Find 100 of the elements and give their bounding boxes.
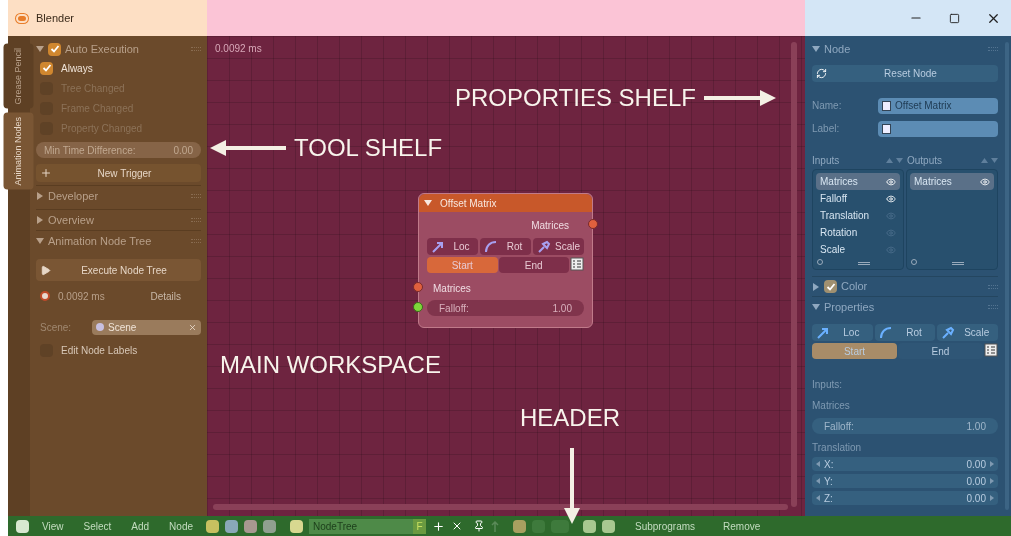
collapse-triangle-icon[interactable] xyxy=(424,199,432,207)
eye-icon[interactable] xyxy=(980,176,990,187)
close-icon[interactable] xyxy=(451,520,463,532)
option-label: Always xyxy=(61,61,93,76)
checkbox[interactable] xyxy=(824,280,837,293)
socket-list-item[interactable]: Scale xyxy=(816,241,900,258)
range-toggle[interactable]: Start xyxy=(427,257,498,273)
reset-node-button[interactable]: Reset Node xyxy=(812,65,998,82)
scene-field[interactable]: Scene xyxy=(92,319,201,335)
falloff-field[interactable]: Falloff: 1.00 xyxy=(427,300,584,316)
maximize-icon[interactable] xyxy=(949,12,960,24)
collapse-triangle-icon[interactable] xyxy=(36,45,44,53)
name-field[interactable]: Offset Matrix xyxy=(878,97,998,114)
increment-icon[interactable] xyxy=(990,478,994,484)
panel-title: Color xyxy=(841,279,868,295)
decrement-icon[interactable] xyxy=(816,478,820,484)
range-toggle[interactable]: End xyxy=(898,343,983,359)
move-up-icon[interactable] xyxy=(886,157,893,163)
arc-icon xyxy=(484,239,498,254)
socket-list-item[interactable]: Falloff xyxy=(816,190,900,207)
mode-button[interactable]: Loc xyxy=(812,324,873,341)
arrow-icon xyxy=(431,239,445,254)
mode-button[interactable]: Rot xyxy=(874,324,936,341)
mode-button[interactable]: Scale xyxy=(937,324,998,341)
label-field[interactable] xyxy=(878,120,998,137)
socket-list-item[interactable]: Translation xyxy=(816,207,900,224)
checkbox[interactable] xyxy=(48,42,61,56)
node-card[interactable]: Offset Matrix Matrices Loc Rot Scale Start End Matrices Falloff: 1.00 xyxy=(418,193,593,328)
menu-item[interactable]: Node xyxy=(162,518,200,534)
refresh-icon xyxy=(816,68,827,79)
menu-item[interactable]: Select xyxy=(76,518,119,534)
details-button[interactable]: Details xyxy=(150,288,181,304)
pin-tool-icon xyxy=(941,325,956,340)
section-label: Matrices xyxy=(812,399,851,412)
horizontal-scrollbar[interactable] xyxy=(213,504,788,510)
header-button[interactable]: Subprograms xyxy=(627,518,704,534)
checkbox[interactable] xyxy=(40,61,53,75)
arrow-icon xyxy=(816,325,830,340)
play-icon xyxy=(40,264,51,276)
node-header[interactable]: Offset Matrix xyxy=(419,194,592,212)
vector-field[interactable]: Z: 0.00 xyxy=(812,491,998,505)
section-label: Translation xyxy=(812,441,863,454)
move-up-icon[interactable] xyxy=(981,157,988,163)
app-logo-icon xyxy=(16,13,28,23)
panel-tab[interactable]: Grease Pencil xyxy=(4,44,34,109)
socket-list-item[interactable]: Matrices xyxy=(816,173,900,190)
option-label: Edit Node Labels xyxy=(61,343,138,358)
scene-icon xyxy=(96,323,104,331)
eye-icon[interactable] xyxy=(886,193,896,204)
vertical-scrollbar[interactable] xyxy=(791,42,797,507)
mode-button[interactable]: Rot xyxy=(480,238,531,255)
execute-button[interactable]: Execute Node Tree xyxy=(36,259,201,281)
increment-icon[interactable] xyxy=(990,495,994,501)
annotation-label: TOOL SHELF xyxy=(294,133,443,163)
tree-name-field[interactable]: NodeTree xyxy=(309,518,413,534)
menu-item[interactable]: Add xyxy=(124,518,157,534)
expand-triangle-icon[interactable] xyxy=(36,216,44,224)
vector-field[interactable]: Y: 0.00 xyxy=(812,474,998,488)
annotation-label: HEADER xyxy=(520,403,621,433)
expand-triangle-icon[interactable] xyxy=(812,282,820,291)
window-title: Blender xyxy=(36,10,74,26)
pin-icon[interactable] xyxy=(473,520,485,532)
drag-handle-icon[interactable] xyxy=(952,262,964,265)
list-icon[interactable] xyxy=(984,343,998,357)
collapse-triangle-icon[interactable] xyxy=(812,45,820,53)
range-toggle[interactable]: End xyxy=(498,257,569,273)
panel-title: Developer xyxy=(48,188,99,204)
decrement-icon[interactable] xyxy=(816,495,820,501)
socket-list-item[interactable]: Matrices xyxy=(910,173,994,190)
decrement-icon[interactable] xyxy=(816,461,820,467)
arc-icon xyxy=(878,325,893,340)
add-icon[interactable] xyxy=(432,519,445,533)
up-arrow-icon[interactable] xyxy=(491,520,499,532)
move-down-icon[interactable] xyxy=(896,157,903,163)
panel-tab[interactable]: Animation Nodes xyxy=(4,112,34,190)
list-title: Outputs xyxy=(907,153,943,168)
number-field[interactable]: Min Time Difference: 0.00 xyxy=(36,142,201,158)
increment-icon[interactable] xyxy=(990,461,994,467)
vector-field[interactable]: X: 0.00 xyxy=(812,457,998,471)
mode-button[interactable]: Scale xyxy=(533,238,584,255)
list-title: Inputs xyxy=(812,153,840,168)
mode-button[interactable]: Loc xyxy=(427,238,478,255)
move-down-icon[interactable] xyxy=(991,157,998,163)
panel-title: Auto Execution xyxy=(65,41,139,57)
falloff-field[interactable]: Falloff: 1.00 xyxy=(812,418,998,434)
menu-item[interactable]: View xyxy=(35,518,71,534)
header-button[interactable]: Remove xyxy=(715,518,769,534)
node-title: Offset Matrix xyxy=(440,196,497,211)
clear-icon[interactable] xyxy=(188,322,197,332)
list-icon[interactable] xyxy=(570,257,584,271)
expand-triangle-icon[interactable] xyxy=(36,192,44,200)
drag-handle-icon[interactable] xyxy=(858,262,870,265)
collapse-triangle-icon[interactable] xyxy=(812,303,820,311)
collapse-triangle-icon[interactable] xyxy=(36,237,44,245)
field-label: Name: xyxy=(812,99,843,113)
eye-icon[interactable] xyxy=(886,176,896,187)
field-label: Scene: xyxy=(40,320,73,335)
annotation-label: PROPORTIES SHELF xyxy=(455,83,696,113)
new-trigger-button[interactable]: New Trigger xyxy=(36,164,201,182)
socket-list-item[interactable]: Rotation xyxy=(816,224,900,241)
